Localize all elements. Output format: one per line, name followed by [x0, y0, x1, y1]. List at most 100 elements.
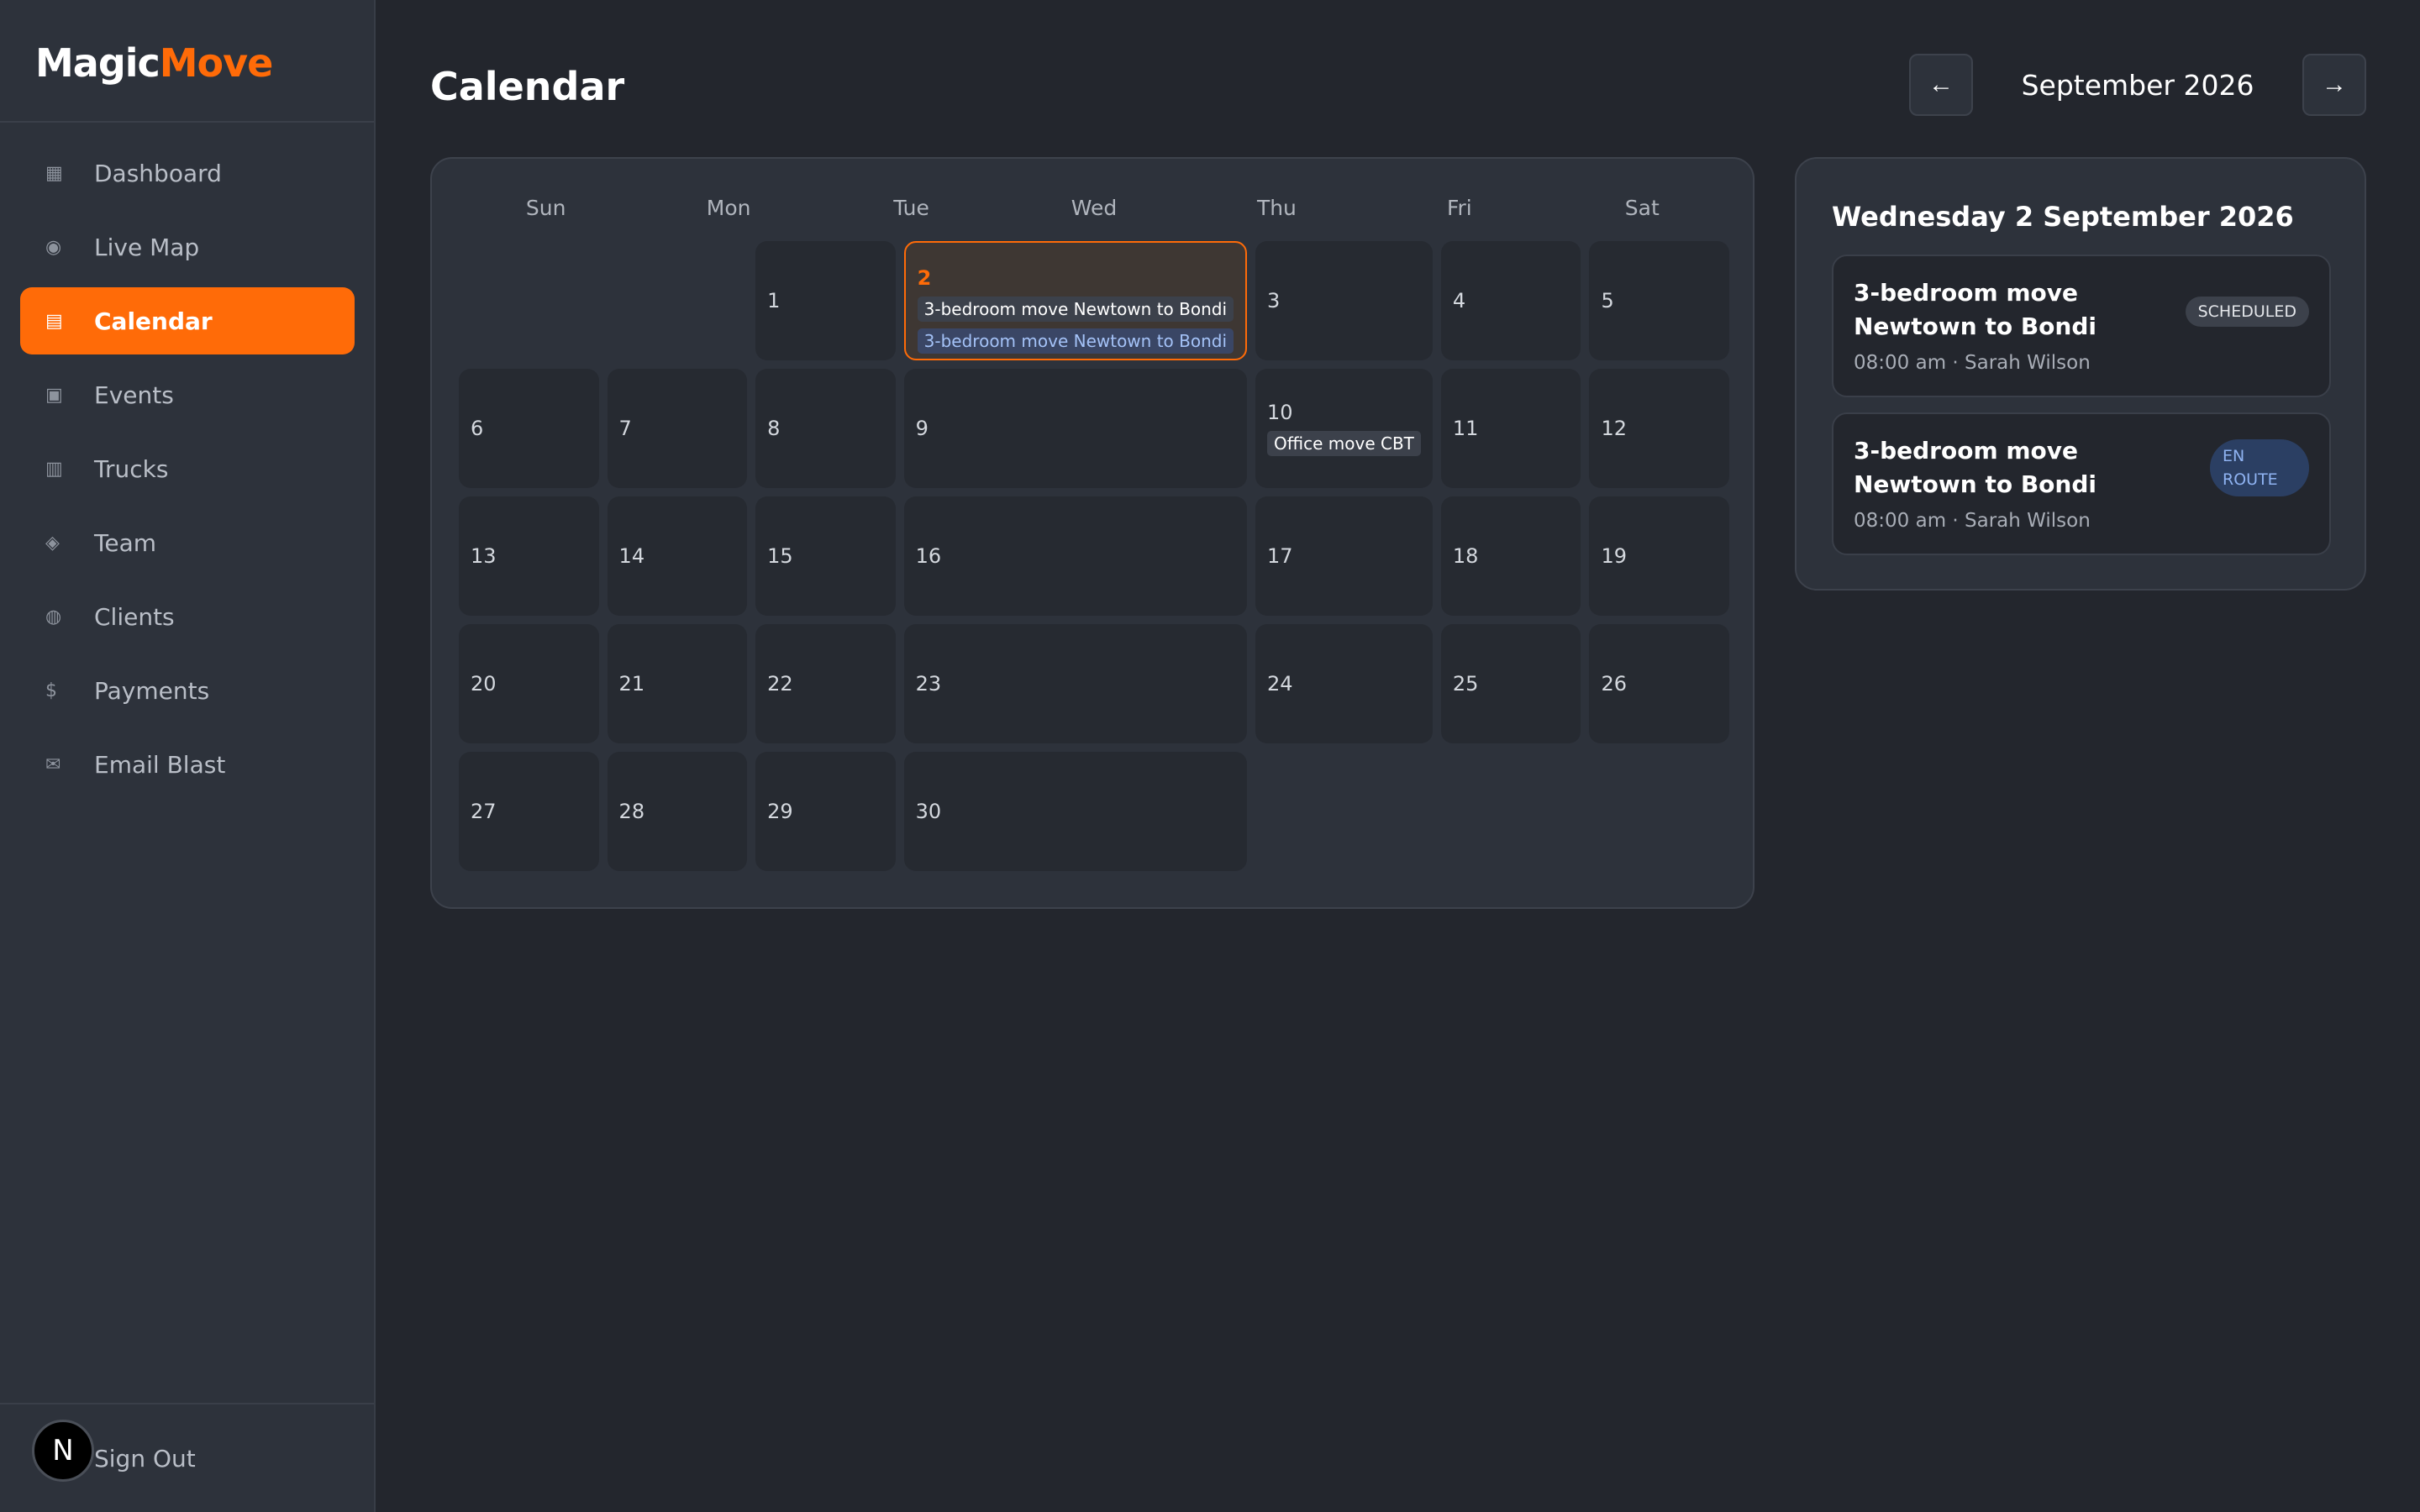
calendar-panel: Sun Mon Tue Wed Thu Fri Sat 1 2 3-bedroom move N…: [430, 157, 1754, 909]
avatar[interactable]: N: [32, 1420, 94, 1482]
clients-icon: ◍: [45, 606, 62, 627]
next-month-button[interactable]: →: [2302, 54, 2366, 116]
sidebar-nav: ▦ Dashboard ◉ Live Map ▤ Calendar ▣ Events ▥ Truc…: [20, 139, 355, 805]
sidebar-divider: [0, 121, 374, 123]
sidebar-item-trucks[interactable]: ▥ Trucks: [20, 435, 355, 502]
sidebar-item-dashboard[interactable]: ▦ Dashboard: [20, 139, 355, 207]
sidebar-item-label: Clients: [94, 602, 175, 631]
weekday-label: Thu: [1256, 196, 1297, 220]
day-cell-30[interactable]: 30: [903, 752, 1248, 871]
sidebar-item-calendar[interactable]: ▤ Calendar: [20, 287, 355, 354]
day-cell-3[interactable]: 3: [1255, 241, 1433, 360]
day-cell-2[interactable]: 2 3-bedroom move Newtown to Bondi 3-bedroo…: [903, 241, 1248, 360]
day-cell-28[interactable]: 28: [607, 752, 748, 871]
sidebar-item-clients[interactable]: ◍ Clients: [20, 583, 355, 650]
day-cell-16[interactable]: 16: [903, 496, 1248, 616]
day-cell-7[interactable]: 7: [607, 369, 748, 488]
day-cell-5[interactable]: 5: [1589, 241, 1729, 360]
weekday-label: Sat: [1624, 196, 1660, 220]
day-cell-14[interactable]: 14: [607, 496, 748, 616]
day-cell-12[interactable]: 12: [1589, 369, 1729, 488]
day-number: 8: [767, 417, 781, 440]
sidebar-item-label: Dashboard: [94, 159, 222, 187]
day-number: 23: [915, 672, 942, 696]
empty-day-cell: [459, 241, 599, 360]
sign-out-button[interactable]: N Sign Out: [0, 1420, 374, 1495]
day-cell-19[interactable]: 19: [1589, 496, 1729, 616]
day-cell-15[interactable]: 15: [755, 496, 896, 616]
event-card[interactable]: 3-bedroom move Newtown to Bondi 08:00 am…: [1832, 412, 2331, 555]
day-number: 19: [1601, 544, 1627, 568]
day-number: 28: [618, 800, 645, 823]
day-number: 26: [1601, 672, 1627, 696]
sidebar-item-payments[interactable]: $ Payments: [20, 657, 355, 724]
day-number: 2: [917, 266, 932, 290]
sidebar-item-events[interactable]: ▣ Events: [20, 361, 355, 428]
day-number: 17: [1267, 544, 1293, 568]
event-chip[interactable]: 3-bedroom move Newtown to Bondi: [917, 328, 1234, 354]
day-number: 22: [767, 672, 793, 696]
weekday-label: Fri: [1446, 196, 1472, 220]
event-chip[interactable]: 3-bedroom move Newtown to Bondi: [917, 297, 1234, 322]
day-number: 20: [471, 672, 497, 696]
day-cell-9[interactable]: 9: [903, 369, 1248, 488]
day-cell-25[interactable]: 25: [1440, 624, 1581, 743]
day-cell-26[interactable]: 26: [1589, 624, 1729, 743]
day-number: 25: [1452, 672, 1479, 696]
day-cell-22[interactable]: 22: [755, 624, 896, 743]
day-cell-13[interactable]: 13: [459, 496, 599, 616]
weekday-label: Mon: [706, 196, 751, 220]
day-number: 5: [1601, 289, 1614, 312]
sidebar-item-label: Payments: [94, 676, 210, 705]
sidebar-item-label: Calendar: [94, 307, 213, 335]
day-number: 11: [1452, 417, 1479, 440]
day-cell-21[interactable]: 21: [607, 624, 748, 743]
day-number: 15: [767, 544, 793, 568]
day-cell-6[interactable]: 6: [459, 369, 599, 488]
team-icon: ◈: [45, 532, 60, 554]
day-number: 4: [1452, 289, 1466, 312]
day-cell-4[interactable]: 4: [1440, 241, 1581, 360]
logo[interactable]: MagicMove: [35, 40, 274, 86]
day-cell-29[interactable]: 29: [755, 752, 896, 871]
weekday-header: Sun Mon Tue Wed Thu Fri Sat: [459, 196, 1729, 220]
day-cell-20[interactable]: 20: [459, 624, 599, 743]
sign-out-label: Sign Out: [94, 1445, 196, 1473]
day-number: 6: [471, 417, 484, 440]
day-cell-24[interactable]: 24: [1255, 624, 1433, 743]
sidebar-item-team[interactable]: ◈ Team: [20, 509, 355, 576]
day-cell-8[interactable]: 8: [755, 369, 896, 488]
day-cell-10[interactable]: 10 Office move CBT: [1255, 369, 1433, 488]
day-number: 16: [915, 544, 942, 568]
event-card-title: 3-bedroom move Newtown to Bondi: [1854, 279, 2096, 340]
day-number: 29: [767, 800, 793, 823]
event-chip[interactable]: Office move CBT: [1267, 431, 1421, 456]
day-number: 10: [1267, 401, 1293, 424]
sidebar-item-label: Events: [94, 381, 174, 409]
sidebar-item-label: Live Map: [94, 233, 200, 261]
sidebar-item-live-map[interactable]: ◉ Live Map: [20, 213, 355, 281]
day-number: 14: [618, 544, 645, 568]
day-number: 1: [767, 289, 781, 312]
email-icon: ✉: [45, 753, 61, 775]
day-number: 7: [618, 417, 632, 440]
weekday-label: Wed: [1071, 196, 1118, 220]
weekday-label: Sun: [525, 196, 566, 220]
prev-month-button[interactable]: ←: [1909, 54, 1973, 116]
status-badge: SCHEDULED: [2185, 297, 2309, 327]
day-cell-1[interactable]: 1: [755, 241, 896, 360]
day-number: 12: [1601, 417, 1627, 440]
day-cell-17[interactable]: 17: [1255, 496, 1433, 616]
day-number: 9: [915, 417, 929, 440]
event-card[interactable]: 3-bedroom move Newtown to Bondi 08:00 am…: [1832, 255, 2331, 397]
day-cell-27[interactable]: 27: [459, 752, 599, 871]
day-cell-11[interactable]: 11: [1440, 369, 1581, 488]
truck-icon: ▥: [45, 458, 63, 480]
day-cell-18[interactable]: 18: [1440, 496, 1581, 616]
logo-text-move: Move: [159, 40, 274, 86]
day-cell-23[interactable]: 23: [903, 624, 1248, 743]
calendar-icon: ▤: [45, 310, 63, 332]
events-icon: ▣: [45, 384, 63, 406]
sidebar-item-email-blast[interactable]: ✉ Email Blast: [20, 731, 355, 798]
day-number: 24: [1267, 672, 1293, 696]
